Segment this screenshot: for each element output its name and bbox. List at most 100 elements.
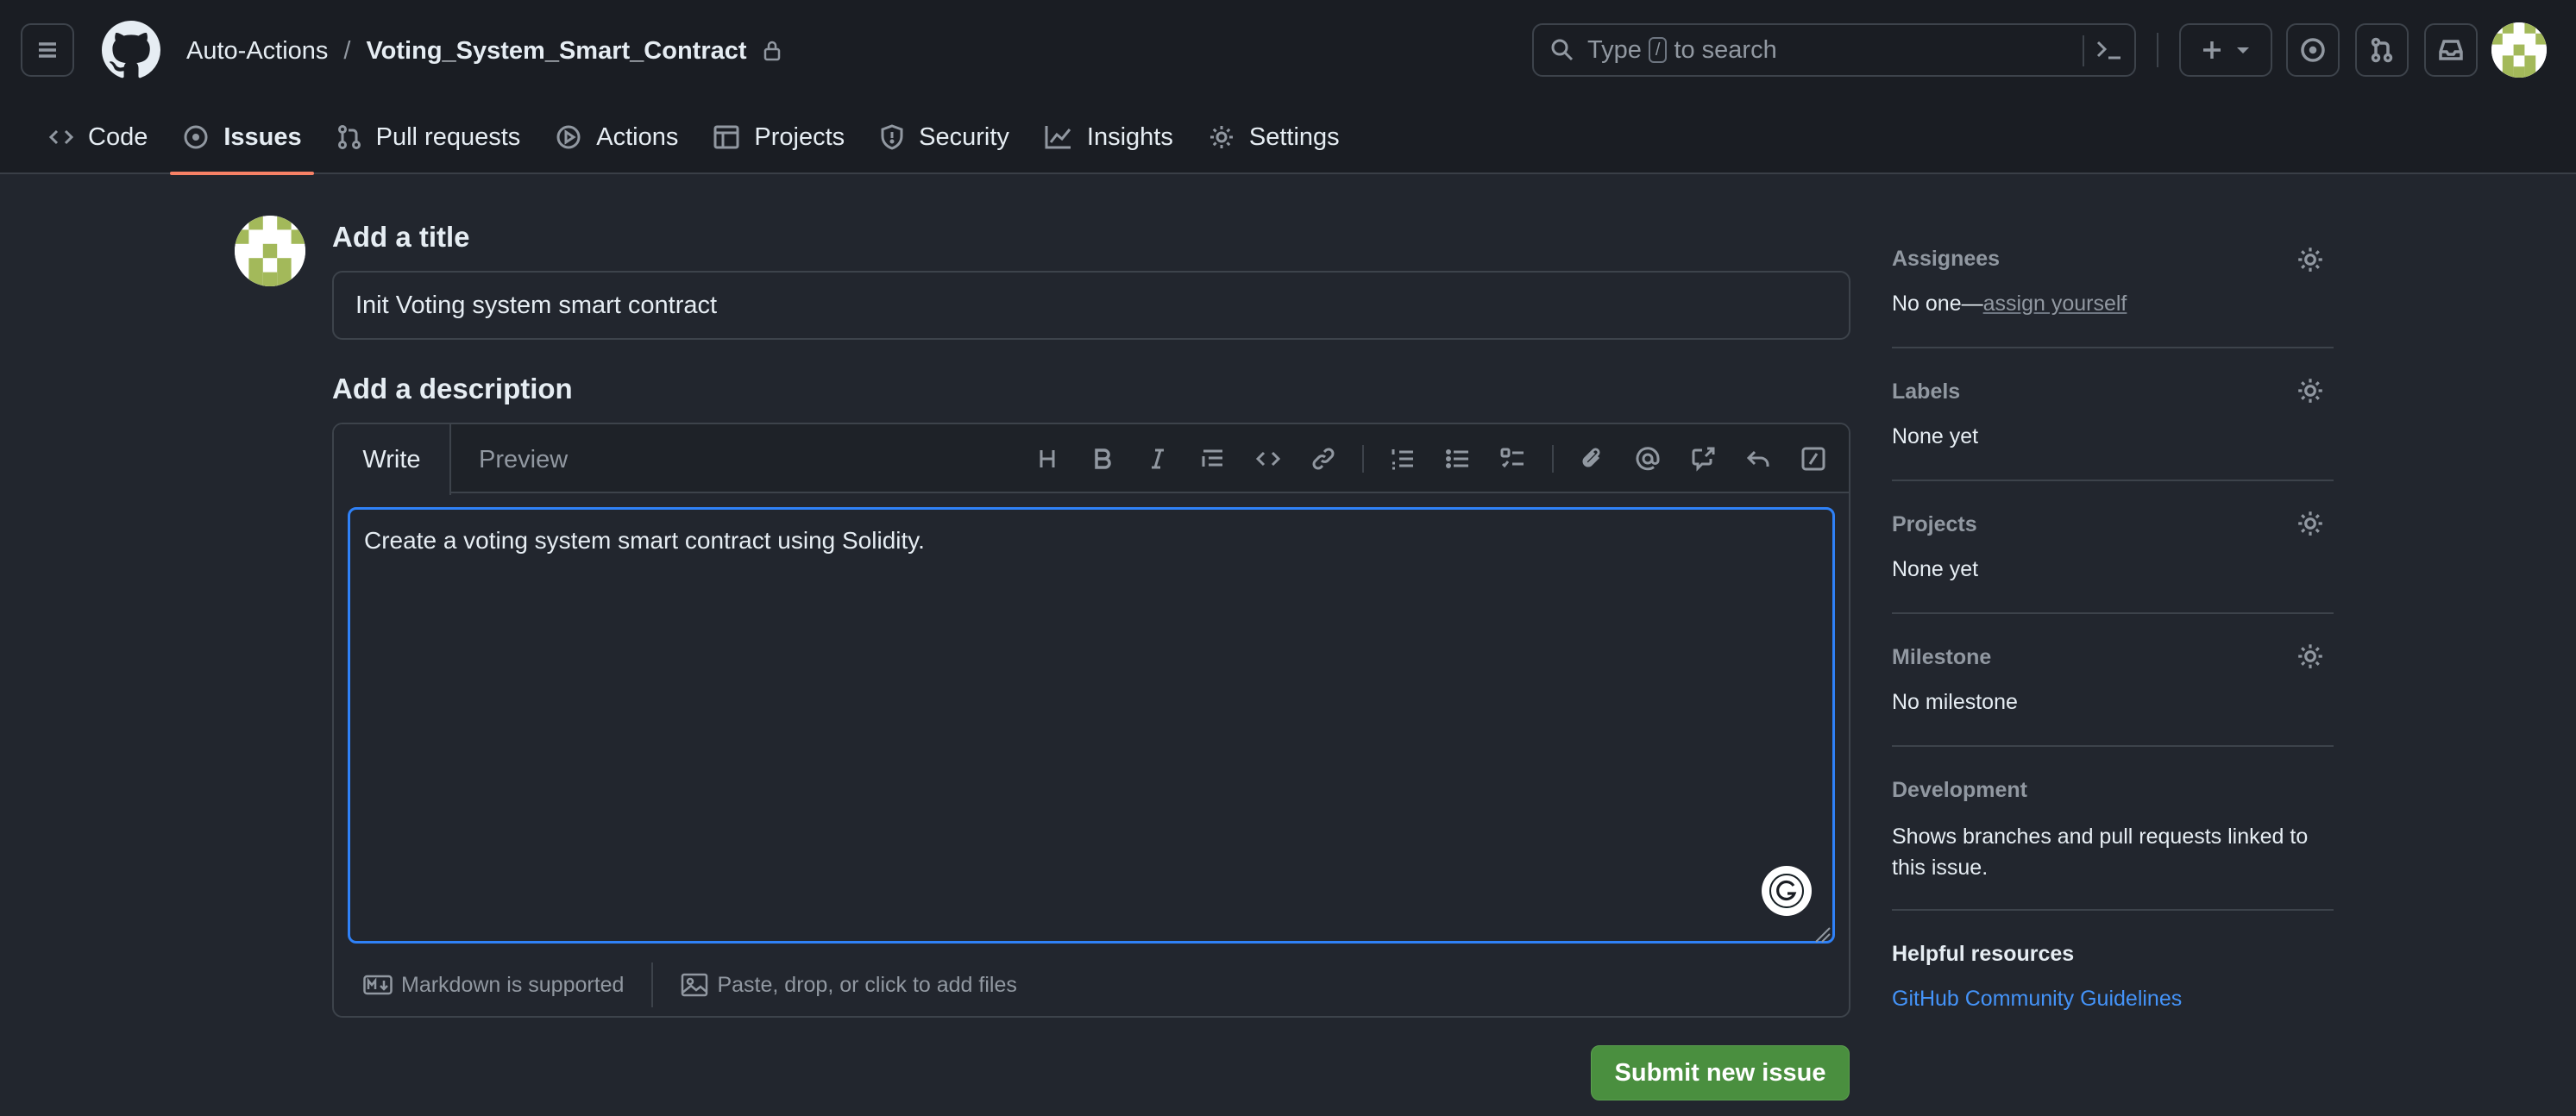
- tab-label: Security: [919, 122, 1009, 151]
- assignees-none: No one—: [1892, 292, 1983, 316]
- task-list-button[interactable]: [1497, 442, 1530, 475]
- editor-footer: Markdown is supported Paste, drop, or cl…: [334, 952, 1849, 1016]
- development-title: Development: [1892, 778, 2027, 802]
- inbox-button[interactable]: [2424, 23, 2478, 77]
- assignees-section: Assignees No one—assign yourself: [1892, 233, 2334, 348]
- submit-new-issue-button[interactable]: Submit new issue: [1591, 1045, 1850, 1100]
- identicon-avatar: [235, 216, 305, 286]
- pull-requests-button[interactable]: [2355, 23, 2409, 77]
- git-pull-request-icon: [337, 125, 361, 149]
- tab-label: Code: [88, 122, 148, 151]
- projects-settings-button[interactable]: [2296, 509, 2325, 538]
- breadcrumb-owner-link[interactable]: Auto-Actions: [186, 37, 328, 66]
- heading-button[interactable]: [1031, 442, 1064, 475]
- add-files-button[interactable]: Paste, drop, or click to add files: [681, 972, 1017, 998]
- milestone-title: Milestone: [1892, 645, 1992, 669]
- preview-tab[interactable]: Preview: [479, 424, 568, 495]
- title-heading: Add a title: [332, 221, 470, 253]
- tab-settings[interactable]: Settings: [1191, 110, 1357, 174]
- files-note: Paste, drop, or click to add files: [717, 972, 1017, 997]
- tab-pull-requests[interactable]: Pull requests: [319, 110, 538, 174]
- issues-button[interactable]: [2286, 23, 2340, 77]
- tasklist-icon: [1500, 448, 1524, 468]
- toolbar-divider: [1362, 445, 1364, 473]
- quote-icon: [1202, 449, 1222, 467]
- tab-label: Insights: [1086, 122, 1173, 151]
- command-palette-icon[interactable]: [2095, 37, 2124, 63]
- search-icon: [1551, 39, 1574, 61]
- slash-command-icon: [1801, 447, 1825, 471]
- cross-reference-button[interactable]: [1687, 442, 1719, 475]
- milestone-value: No milestone: [1892, 690, 2018, 714]
- breadcrumb-separator: /: [343, 36, 351, 65]
- graph-icon: [1045, 126, 1071, 149]
- breadcrumb: Auto-Actions / Voting_System_Smart_Contr…: [186, 31, 782, 71]
- search-shortcut-key: /: [1648, 37, 1668, 63]
- ordered-list-button[interactable]: [1386, 442, 1419, 475]
- bold-button[interactable]: [1086, 442, 1119, 475]
- code-button[interactable]: [1252, 442, 1285, 475]
- link-icon: [1312, 448, 1335, 470]
- author-avatar: [235, 216, 305, 286]
- description-heading: Add a description: [332, 373, 573, 404]
- triangle-down-icon: [2237, 47, 2249, 53]
- inbox-icon: [2439, 40, 2463, 60]
- projects-value: None yet: [1892, 557, 1979, 581]
- paperclip-icon: [1582, 448, 1600, 467]
- write-tab[interactable]: Write: [334, 424, 451, 495]
- gear-icon: [2298, 644, 2322, 668]
- tab-security[interactable]: Security: [862, 110, 1027, 174]
- tab-insights[interactable]: Insights: [1027, 110, 1191, 174]
- gear-icon: [2298, 511, 2322, 536]
- markdown-editor: Write Preview Create a voting system sma…: [332, 423, 1850, 1018]
- attach-button[interactable]: [1576, 442, 1609, 475]
- identicon-avatar: [2491, 22, 2547, 78]
- breadcrumb-repo-link[interactable]: Voting_System_Smart_Contract: [366, 37, 746, 66]
- link-button[interactable]: [1307, 442, 1340, 475]
- projects-title: Projects: [1892, 512, 1977, 536]
- create-new-button[interactable]: [2179, 23, 2272, 77]
- projects-section: Projects None yet: [1892, 481, 2334, 614]
- markdown-note: Markdown is supported: [401, 972, 625, 997]
- mention-button[interactable]: [1631, 442, 1664, 475]
- issue-sidebar: Assignees No one—assign yourself Labels …: [1892, 233, 2334, 1031]
- toolbar-divider: [1552, 445, 1554, 473]
- labels-settings-button[interactable]: [2296, 376, 2325, 405]
- issue-title-input[interactable]: [332, 271, 1850, 340]
- quote-button[interactable]: [1197, 442, 1229, 475]
- italic-button[interactable]: [1141, 442, 1174, 475]
- tab-code[interactable]: Code: [31, 110, 165, 174]
- search-input[interactable]: Type / to search: [1532, 23, 2136, 77]
- user-avatar[interactable]: [2491, 22, 2547, 78]
- git-pull-request-icon: [2371, 37, 2393, 63]
- community-guidelines-link[interactable]: GitHub Community Guidelines: [1892, 987, 2182, 1012]
- shield-icon: [881, 124, 903, 150]
- tab-label: Projects: [754, 122, 845, 151]
- resize-handle-icon[interactable]: [1811, 923, 1831, 944]
- slash-commands-button[interactable]: [1797, 442, 1830, 475]
- milestone-settings-button[interactable]: [2296, 642, 2325, 671]
- list-unordered-icon: [1446, 449, 1468, 468]
- saved-reply-button[interactable]: [1742, 442, 1775, 475]
- reply-icon: [1746, 450, 1769, 467]
- bold-icon: [1095, 448, 1111, 469]
- tab-actions[interactable]: Actions: [537, 110, 695, 174]
- github-logo-icon[interactable]: [102, 21, 160, 79]
- heading-icon: [1040, 450, 1055, 467]
- tab-projects[interactable]: Projects: [695, 110, 862, 174]
- menu-button[interactable]: [21, 23, 74, 77]
- assignees-settings-button[interactable]: [2296, 245, 2325, 274]
- markdown-toolbar: [1031, 440, 1830, 478]
- grammarly-button[interactable]: [1762, 866, 1812, 916]
- issue-description-textarea[interactable]: Create a voting system smart contract us…: [348, 507, 1835, 944]
- tab-label: Issues: [223, 122, 302, 151]
- unordered-list-button[interactable]: [1442, 442, 1474, 475]
- italic-icon: [1152, 448, 1164, 469]
- markdown-supported-link[interactable]: Markdown is supported: [363, 973, 624, 998]
- code-icon: [48, 129, 74, 145]
- assign-yourself-link[interactable]: assign yourself: [1983, 292, 2127, 316]
- tab-issues[interactable]: Issues: [165, 110, 318, 175]
- markdown-icon: [363, 975, 393, 995]
- play-icon: [556, 125, 581, 149]
- development-value: Shows branches and pull requests linked …: [1892, 824, 2309, 880]
